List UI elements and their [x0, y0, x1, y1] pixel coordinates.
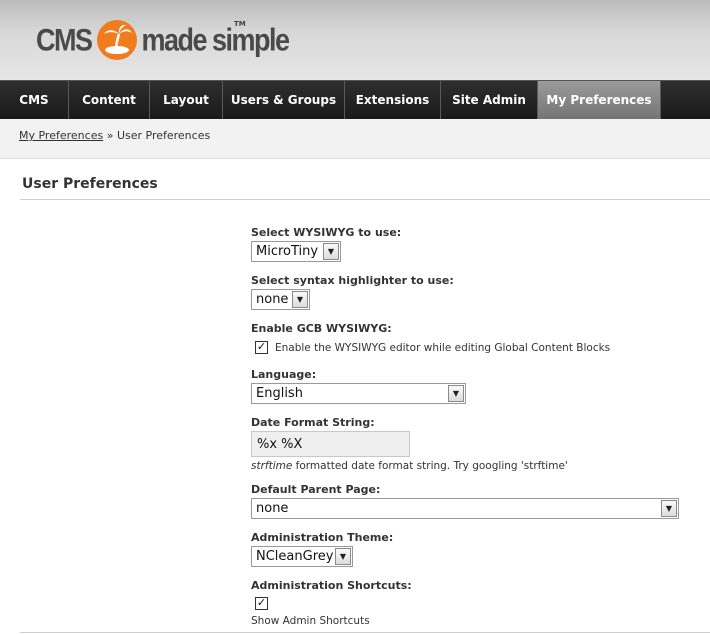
gcb-wysiwyg-checkbox-label: Enable the WYSIWYG editor while editing …	[275, 342, 611, 354]
admin-theme-label: Administration Theme:	[251, 531, 394, 544]
language-label: Language:	[251, 368, 317, 381]
wysiwyg-select[interactable]: MicroTiny ▼	[251, 241, 341, 262]
chevron-down-icon: ▼	[661, 500, 677, 517]
island-palm-icon	[96, 20, 137, 60]
breadcrumb-bar: My Preferences » User Preferences	[0, 119, 710, 159]
wysiwyg-label: Select WYSIWYG to use:	[251, 226, 402, 239]
nav-item-extensions[interactable]: Extensions	[345, 81, 441, 119]
cms-made-simple-logo[interactable]: cms made simple TM	[36, 18, 290, 62]
nav-item-cms[interactable]: CMS	[0, 81, 69, 119]
page-title: User Preferences	[22, 176, 158, 192]
nav-item-content[interactable]: Content	[69, 81, 150, 119]
date-format-help-text: formatted date format string. Try googli…	[292, 460, 568, 472]
chevron-down-icon: ▼	[292, 291, 308, 308]
header: cms made simple TM	[0, 0, 710, 80]
syntax-highlighter-label: Select syntax highlighter to use:	[251, 274, 454, 287]
chevron-down-icon: ▼	[335, 548, 351, 565]
date-format-label: Date Format String:	[251, 416, 375, 429]
breadcrumb-link-my-preferences[interactable]: My Preferences	[19, 129, 103, 142]
syntax-highlighter-select[interactable]: none ▼	[251, 289, 310, 310]
admin-shortcuts-checkbox[interactable]: ✓	[255, 597, 268, 610]
language-select[interactable]: English ▼	[251, 383, 466, 404]
breadcrumb-separator: »	[103, 129, 117, 142]
wysiwyg-select-value: MicroTiny	[256, 244, 319, 259]
chevron-down-icon: ▼	[448, 385, 464, 402]
breadcrumb: My Preferences » User Preferences	[19, 129, 210, 142]
admin-theme-select-value: NCleanGrey	[256, 549, 334, 564]
breadcrumb-current: User Preferences	[116, 129, 211, 142]
default-parent-page-select[interactable]: none ▼	[251, 498, 679, 519]
nav-item-site-admin[interactable]: Site Admin	[441, 81, 538, 119]
language-select-value: English	[256, 386, 303, 401]
nav-item-layout[interactable]: Layout	[150, 81, 223, 119]
date-format-help: strftime formatted date format string. T…	[251, 460, 568, 472]
default-parent-page-select-value: none	[256, 501, 289, 516]
logo-text-cms: cms	[36, 22, 93, 57]
admin-shortcuts-label: Administration Shortcuts:	[251, 579, 412, 592]
title-divider	[20, 199, 710, 200]
nav-item-users-groups[interactable]: Users & Groups	[223, 81, 345, 119]
syntax-highlighter-select-value: none	[256, 292, 289, 307]
logo-trademark: TM	[234, 20, 246, 28]
nav-item-my-preferences[interactable]: My Preferences	[538, 81, 661, 119]
admin-shortcuts-checkbox-label: Show Admin Shortcuts	[251, 615, 370, 627]
date-format-help-strftime: strftime	[251, 460, 293, 472]
chevron-down-icon: ▼	[323, 243, 339, 260]
gcb-wysiwyg-label: Enable GCB WYSIWYG:	[251, 322, 392, 335]
gcb-wysiwyg-checkbox[interactable]: ✓	[255, 341, 268, 354]
default-parent-page-label: Default Parent Page:	[251, 483, 381, 496]
date-format-input[interactable]: %x %X	[251, 431, 410, 457]
bottom-divider	[20, 632, 710, 633]
admin-theme-select[interactable]: NCleanGrey ▼	[251, 546, 353, 567]
main-nav: CMS Content Layout Users & Groups Extens…	[0, 80, 710, 119]
